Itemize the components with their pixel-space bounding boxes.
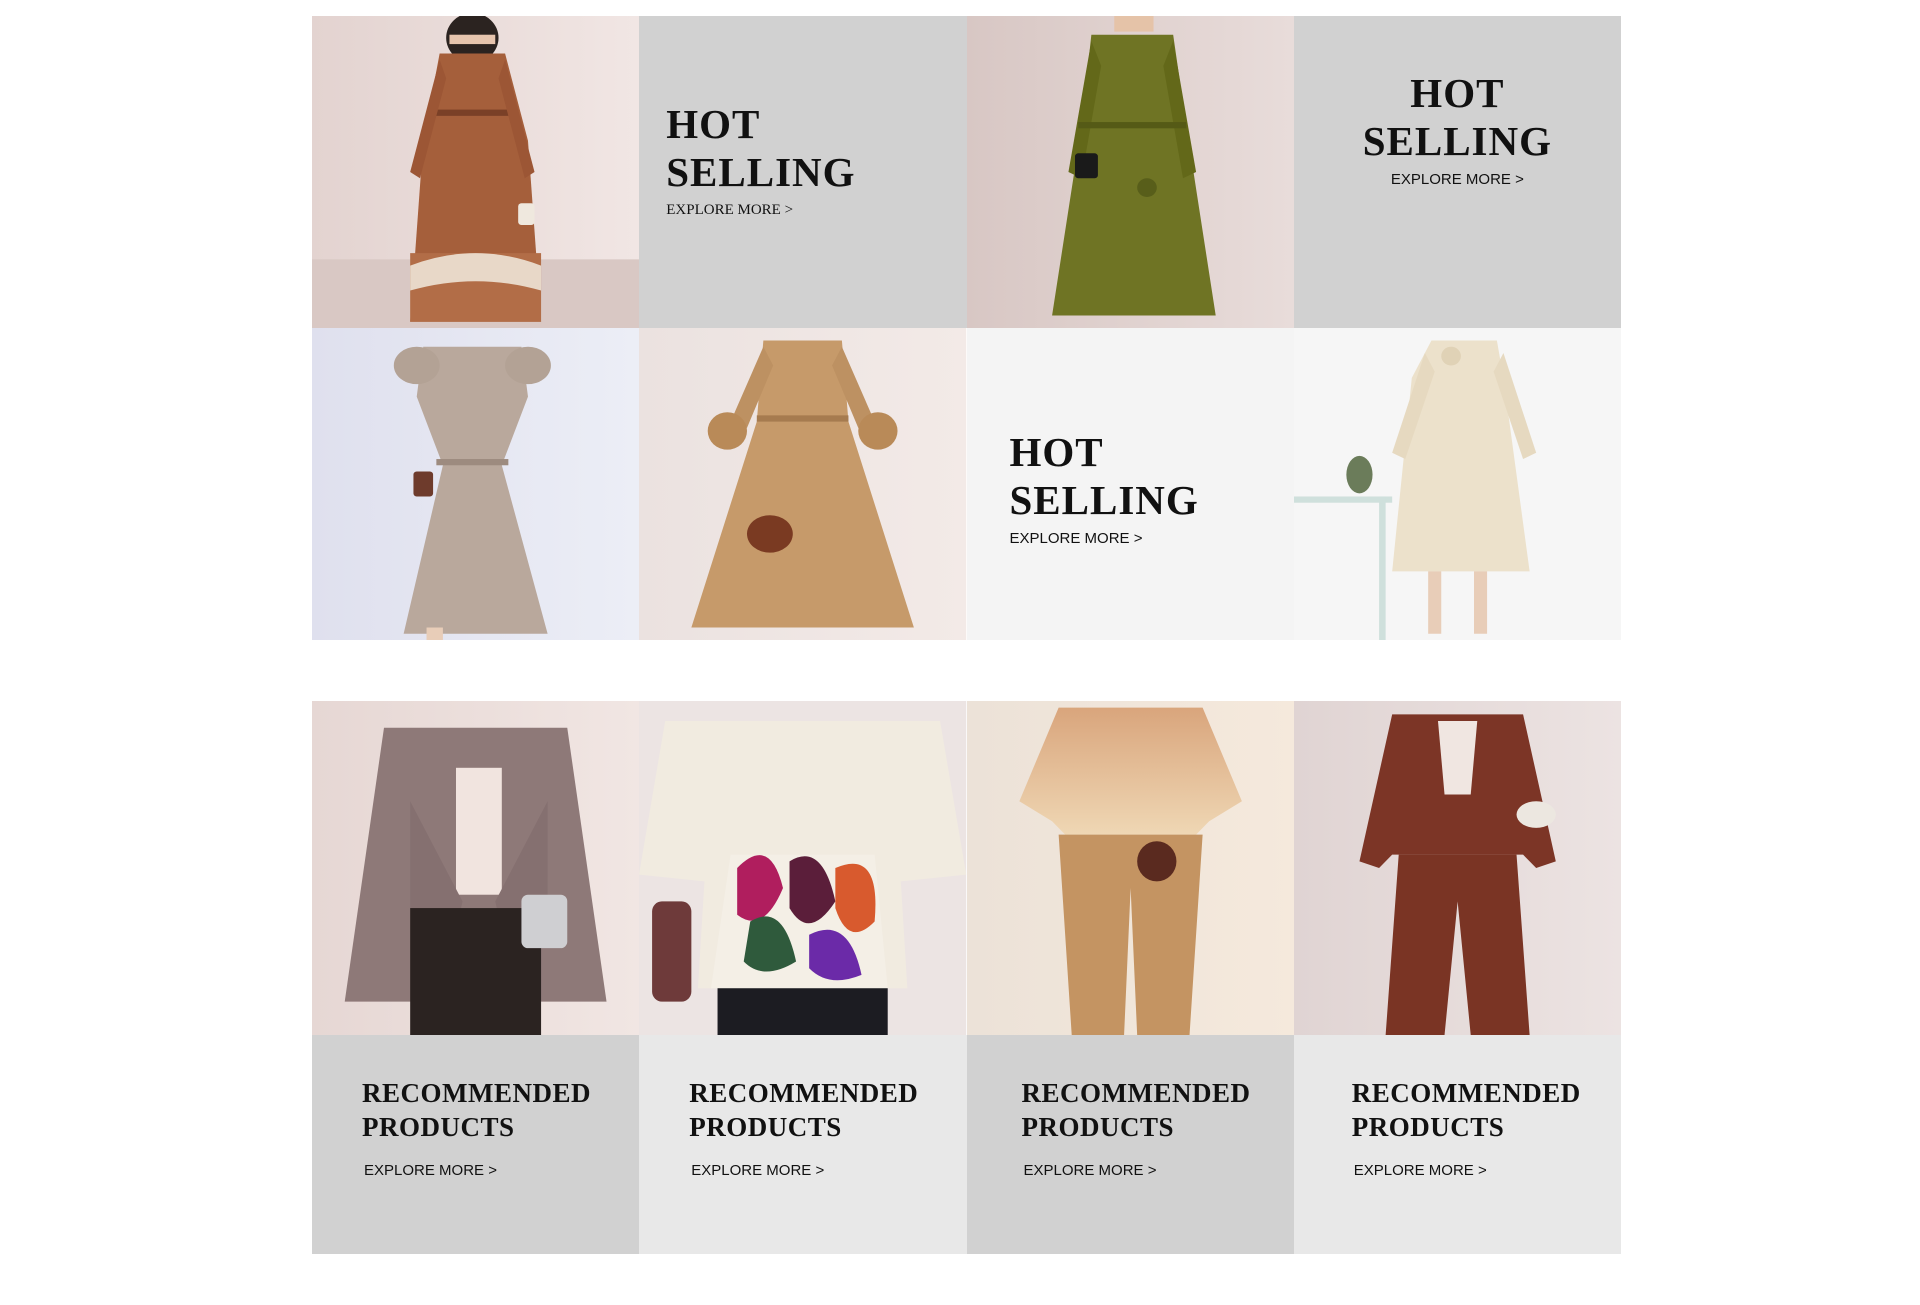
hot-selling-promo-2-content: HOT SELLING EXPLORE MORE > [1294, 69, 1621, 189]
promo-title: HOT SELLING [1294, 69, 1621, 165]
explore-more-link[interactable]: EXPLORE MORE > [1391, 171, 1524, 188]
explore-more-link[interactable]: EXPLORE MORE > [1010, 530, 1143, 547]
hot-selling-promo-1-content: HOT SELLING EXPLORE MORE > [666, 100, 855, 219]
rec-product-photo-1[interactable] [312, 701, 640, 1035]
hot-selling-grid: HOT SELLING EXPLORE MORE > HOT SELLING E [312, 16, 1621, 640]
product-tile-rust-dress[interactable] [312, 16, 640, 328]
explore-more-link[interactable]: EXPLORE MORE > [364, 1162, 497, 1179]
recommended-products-grid: RECOMMENDED PRODUCTS EXPLORE MORE > RECO… [312, 701, 1621, 1254]
cream-dress-photo [1293, 328, 1621, 640]
olive-dress-photo [966, 16, 1294, 328]
rec-title: RECOMMENDED PRODUCTS [1352, 1076, 1581, 1144]
rec-title-line-1: RECOMMENDED [689, 1078, 919, 1108]
rec-product-card-1-content: RECOMMENDED PRODUCTS EXPLORE MORE > [362, 1076, 591, 1180]
rec-title-line-2: PRODUCTS [1351, 1112, 1505, 1142]
product-tile-camel-dress[interactable] [639, 328, 967, 640]
product-tile-taupe-dress[interactable] [312, 328, 640, 640]
rec-product-card-4: RECOMMENDED PRODUCTS EXPLORE MORE > [1293, 1035, 1621, 1254]
taupe-dress-photo [312, 328, 640, 640]
promo-title: HOT SELLING [1010, 428, 1199, 524]
floral-top-photo [639, 701, 967, 1035]
explore-more-link[interactable]: EXPLORE MORE > [1024, 1162, 1157, 1179]
burgundy-suit-photo [1293, 701, 1621, 1035]
product-tile-olive-dress[interactable] [966, 16, 1294, 328]
rec-product-card-2-content: RECOMMENDED PRODUCTS EXPLORE MORE > [689, 1076, 918, 1180]
rec-product-card-3-content: RECOMMENDED PRODUCTS EXPLORE MORE > [1022, 1076, 1251, 1180]
rec-product-photo-4[interactable] [1293, 701, 1621, 1035]
explore-more-link[interactable]: EXPLORE MORE > [666, 202, 793, 219]
rec-product-photo-3[interactable] [966, 701, 1294, 1035]
rec-product-photo-2[interactable] [639, 701, 967, 1035]
explore-more-link[interactable]: EXPLORE MORE > [1354, 1162, 1487, 1179]
hot-selling-promo-1: HOT SELLING EXPLORE MORE > [639, 16, 967, 328]
ombre-top-photo [966, 701, 1294, 1035]
camel-dress-photo [639, 328, 967, 640]
product-tile-cream-dress[interactable] [1293, 328, 1621, 640]
rec-title: RECOMMENDED PRODUCTS [689, 1076, 918, 1144]
rec-title-line-1: RECOMMENDED [1351, 1078, 1581, 1108]
rec-title: RECOMMENDED PRODUCTS [1022, 1076, 1251, 1144]
rec-title-line-2: PRODUCTS [362, 1112, 515, 1142]
promo-title-line-1: HOT [1410, 70, 1505, 116]
promo-title-line-2: SELLING [1362, 118, 1553, 164]
rec-product-card-2: RECOMMENDED PRODUCTS EXPLORE MORE > [639, 1035, 967, 1254]
hot-selling-promo-3-content: HOT SELLING EXPLORE MORE > [1010, 428, 1199, 548]
promo-title-line-1: HOT [666, 101, 761, 147]
rec-title-line-2: PRODUCTS [1021, 1112, 1175, 1142]
rec-title-line-2: PRODUCTS [689, 1112, 842, 1142]
fringe-cardigan-photo [312, 701, 640, 1035]
rec-title-line-1: RECOMMENDED [362, 1078, 591, 1108]
rec-product-card-1: RECOMMENDED PRODUCTS EXPLORE MORE > [312, 1035, 640, 1254]
promo-title-line-2: SELLING [666, 149, 856, 195]
promo-title-line-2: SELLING [1009, 477, 1199, 523]
hot-selling-promo-2: HOT SELLING EXPLORE MORE > [1293, 16, 1621, 328]
rec-title-line-1: RECOMMENDED [1021, 1078, 1251, 1108]
explore-more-link[interactable]: EXPLORE MORE > [691, 1162, 824, 1179]
promo-title-line-1: HOT [1009, 429, 1104, 475]
rec-product-card-4-content: RECOMMENDED PRODUCTS EXPLORE MORE > [1352, 1076, 1581, 1180]
rec-product-card-3: RECOMMENDED PRODUCTS EXPLORE MORE > [966, 1035, 1294, 1254]
hot-selling-promo-3: HOT SELLING EXPLORE MORE > [966, 328, 1294, 640]
rec-title: RECOMMENDED PRODUCTS [362, 1076, 591, 1144]
rust-dress-photo [312, 16, 640, 328]
promo-title: HOT SELLING [666, 100, 855, 196]
